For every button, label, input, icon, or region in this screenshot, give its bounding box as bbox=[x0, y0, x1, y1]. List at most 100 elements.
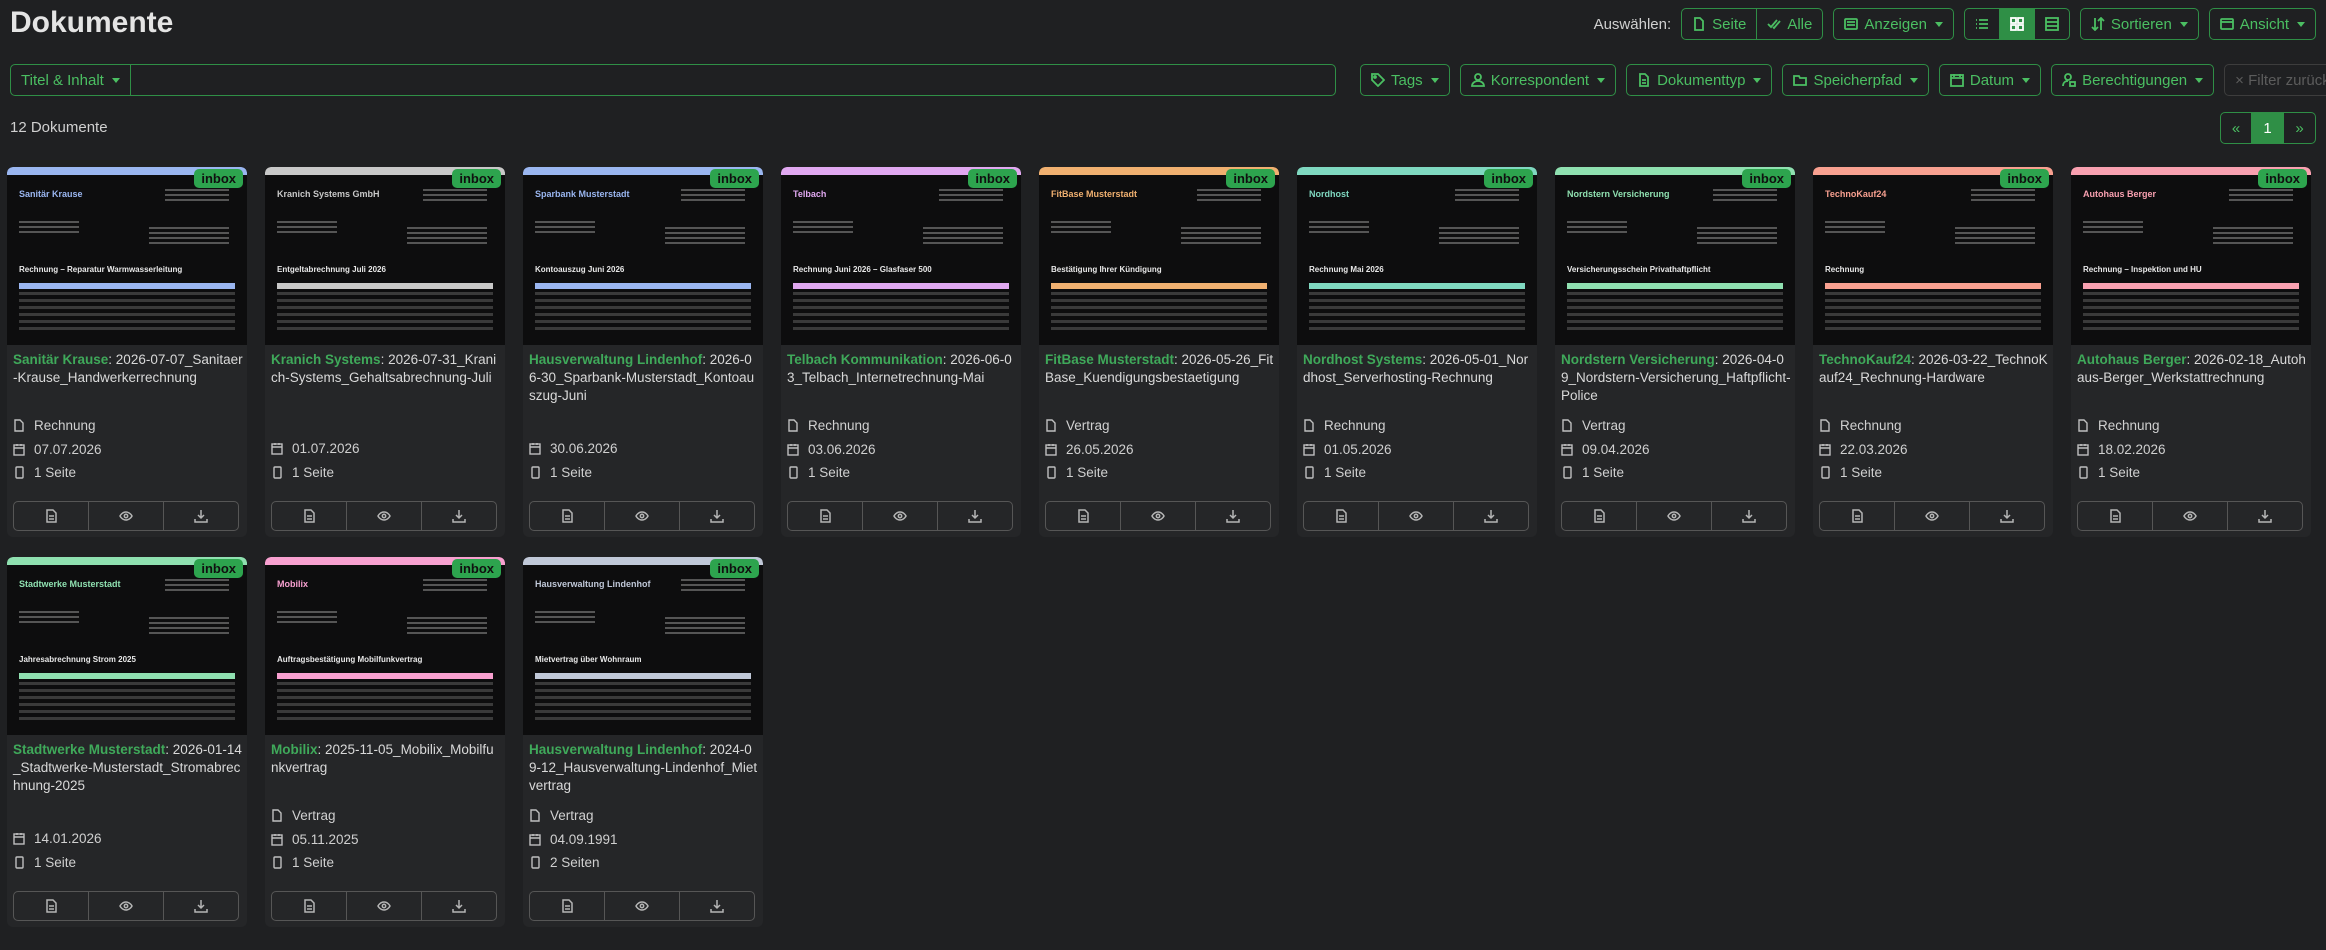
inbox-tag[interactable]: inbox bbox=[452, 559, 501, 578]
download-button[interactable] bbox=[422, 502, 496, 530]
document-title[interactable]: TechnoKauf24: 2026-03-22_TechnoKauf24_Re… bbox=[1819, 351, 2049, 387]
pager-prev-button[interactable]: « bbox=[2220, 112, 2252, 144]
open-details-button[interactable] bbox=[272, 502, 347, 530]
correspondent-link[interactable]: Hausverwaltung Lindenhof bbox=[529, 742, 702, 757]
document-thumbnail[interactable]: Nordstern Versicherung Versicherungssche… bbox=[1555, 167, 1795, 345]
correspondent-link[interactable]: Telbach Kommunikation bbox=[787, 352, 943, 367]
inbox-tag[interactable]: inbox bbox=[1742, 169, 1791, 188]
document-title[interactable]: Hausverwaltung Lindenhof: 2024-09-12_Hau… bbox=[529, 741, 759, 795]
document-title[interactable]: Autohaus Berger: 2026-02-18_Autohaus-Ber… bbox=[2077, 351, 2307, 387]
document-title[interactable]: FitBase Musterstadt: 2026-05-26_FitBase_… bbox=[1045, 351, 1275, 387]
document-card[interactable]: Autohaus Berger Rechnung – Inspektion un… bbox=[2071, 167, 2311, 537]
document-title[interactable]: Sanitär Krause: 2026-07-07_Sanitaer-Krau… bbox=[13, 351, 243, 387]
document-thumbnail[interactable]: Telbach Rechnung Juni 2026 – Glasfaser 5… bbox=[781, 167, 1021, 345]
document-title[interactable]: Nordstern Versicherung: 2026-04-09_Nords… bbox=[1561, 351, 1791, 405]
correspondent-link[interactable]: TechnoKauf24 bbox=[1819, 352, 1911, 367]
document-thumbnail[interactable]: Mobilix Auftragsbestätigung Mobilfunkver… bbox=[265, 557, 505, 735]
filter-correspondent-button[interactable]: Korrespondent bbox=[1459, 64, 1617, 96]
open-details-button[interactable] bbox=[14, 892, 89, 920]
inbox-tag[interactable]: inbox bbox=[2000, 169, 2049, 188]
reset-filters-button[interactable]: × Filter zurücksetzen bbox=[2224, 64, 2326, 96]
preview-button[interactable] bbox=[1637, 502, 1712, 530]
sort-button[interactable]: Sortieren bbox=[2079, 8, 2199, 40]
document-title[interactable]: Stadtwerke Musterstadt: 2026-01-14_Stadt… bbox=[13, 741, 243, 795]
document-card[interactable]: Telbach Rechnung Juni 2026 – Glasfaser 5… bbox=[781, 167, 1021, 537]
correspondent-link[interactable]: Sanitär Krause bbox=[13, 352, 108, 367]
view-details-button[interactable] bbox=[2034, 8, 2070, 40]
preview-button[interactable] bbox=[1895, 502, 1970, 530]
open-details-button[interactable] bbox=[530, 892, 605, 920]
document-thumbnail[interactable]: Sparbank Musterstadt Kontoauszug Juni 20… bbox=[523, 167, 763, 345]
preview-button[interactable] bbox=[347, 892, 422, 920]
open-details-button[interactable] bbox=[788, 502, 863, 530]
document-title[interactable]: Telbach Kommunikation: 2026-06-03_Telbac… bbox=[787, 351, 1017, 387]
correspondent-link[interactable]: Stadtwerke Musterstadt bbox=[13, 742, 165, 757]
view-button[interactable]: Ansicht bbox=[2208, 8, 2316, 40]
document-thumbnail[interactable]: FitBase Musterstadt Bestätigung Ihrer Kü… bbox=[1039, 167, 1279, 345]
download-button[interactable] bbox=[2228, 502, 2302, 530]
view-list-button[interactable] bbox=[1963, 8, 2000, 40]
document-thumbnail[interactable]: Nordhost Rechnung Mai 2026 inbox bbox=[1297, 167, 1537, 345]
inbox-tag[interactable]: inbox bbox=[1484, 169, 1533, 188]
pager-page-1[interactable]: 1 bbox=[2252, 112, 2284, 144]
document-title[interactable]: Hausverwaltung Lindenhof: 2026-06-30_Spa… bbox=[529, 351, 759, 405]
preview-button[interactable] bbox=[89, 892, 164, 920]
inbox-tag[interactable]: inbox bbox=[2258, 169, 2307, 188]
document-card[interactable]: Nordhost Rechnung Mai 2026 inbox Nordhos… bbox=[1297, 167, 1537, 537]
correspondent-link[interactable]: Hausverwaltung Lindenhof bbox=[529, 352, 702, 367]
document-title[interactable]: Mobilix: 2025-11-05_Mobilix_Mobilfunkver… bbox=[271, 741, 501, 777]
download-button[interactable] bbox=[1712, 502, 1786, 530]
select-all-button[interactable]: Alle bbox=[1757, 8, 1824, 40]
document-card[interactable]: FitBase Musterstadt Bestätigung Ihrer Kü… bbox=[1039, 167, 1279, 537]
filter-tags-button[interactable]: Tags bbox=[1360, 64, 1450, 96]
document-card[interactable]: Sparbank Musterstadt Kontoauszug Juni 20… bbox=[523, 167, 763, 537]
download-button[interactable] bbox=[680, 892, 754, 920]
inbox-tag[interactable]: inbox bbox=[194, 559, 243, 578]
inbox-tag[interactable]: inbox bbox=[710, 559, 759, 578]
preview-button[interactable] bbox=[1379, 502, 1454, 530]
preview-button[interactable] bbox=[2153, 502, 2228, 530]
document-thumbnail[interactable]: TechnoKauf24 Rechnung inbox bbox=[1813, 167, 2053, 345]
filter-storage-path-button[interactable]: Speicherpfad bbox=[1782, 64, 1929, 96]
search-input[interactable] bbox=[130, 65, 1335, 95]
document-card[interactable]: Kranich Systems GmbH Entgeltabrechnung J… bbox=[265, 167, 505, 537]
document-card[interactable]: Stadtwerke Musterstadt Jahresabrechnung … bbox=[7, 557, 247, 927]
filter-date-button[interactable]: Datum bbox=[1938, 64, 2042, 96]
correspondent-link[interactable]: Nordhost Systems bbox=[1303, 352, 1422, 367]
open-details-button[interactable] bbox=[14, 502, 89, 530]
document-card[interactable]: Hausverwaltung Lindenhof Mietvertrag übe… bbox=[523, 557, 763, 927]
correspondent-link[interactable]: FitBase Musterstadt bbox=[1045, 352, 1174, 367]
document-card[interactable]: TechnoKauf24 Rechnung inbox TechnoKauf24… bbox=[1813, 167, 2053, 537]
filter-permissions-button[interactable]: Berechtigungen bbox=[2051, 64, 2215, 96]
document-title[interactable]: Nordhost Systems: 2026-05-01_Nordhost_Se… bbox=[1303, 351, 1533, 387]
open-details-button[interactable] bbox=[1304, 502, 1379, 530]
document-thumbnail[interactable]: Stadtwerke Musterstadt Jahresabrechnung … bbox=[7, 557, 247, 735]
correspondent-link[interactable]: Nordstern Versicherung bbox=[1561, 352, 1715, 367]
document-thumbnail[interactable]: Sanitär Krause Rechnung – Reparatur Warm… bbox=[7, 167, 247, 345]
preview-button[interactable] bbox=[605, 502, 680, 530]
document-card[interactable]: Mobilix Auftragsbestätigung Mobilfunkver… bbox=[265, 557, 505, 927]
open-details-button[interactable] bbox=[1820, 502, 1895, 530]
download-button[interactable] bbox=[1196, 502, 1270, 530]
open-details-button[interactable] bbox=[1046, 502, 1121, 530]
search-mode-dropdown[interactable]: Titel & Inhalt bbox=[11, 65, 131, 95]
inbox-tag[interactable]: inbox bbox=[1226, 169, 1275, 188]
view-grid-button[interactable] bbox=[1999, 8, 2035, 40]
document-thumbnail[interactable]: Autohaus Berger Rechnung – Inspektion un… bbox=[2071, 167, 2311, 345]
document-title[interactable]: Kranich Systems: 2026-07-31_Kranich-Syst… bbox=[271, 351, 501, 387]
inbox-tag[interactable]: inbox bbox=[710, 169, 759, 188]
preview-button[interactable] bbox=[605, 892, 680, 920]
open-details-button[interactable] bbox=[2078, 502, 2153, 530]
correspondent-link[interactable]: Kranich Systems bbox=[271, 352, 381, 367]
download-button[interactable] bbox=[164, 892, 238, 920]
correspondent-link[interactable]: Autohaus Berger bbox=[2077, 352, 2187, 367]
document-card[interactable]: Nordstern Versicherung Versicherungssche… bbox=[1555, 167, 1795, 537]
document-thumbnail[interactable]: Hausverwaltung Lindenhof Mietvertrag übe… bbox=[523, 557, 763, 735]
download-button[interactable] bbox=[1970, 502, 2044, 530]
preview-button[interactable] bbox=[89, 502, 164, 530]
pager-next-button[interactable]: » bbox=[2284, 112, 2316, 144]
download-button[interactable] bbox=[680, 502, 754, 530]
document-card[interactable]: Sanitär Krause Rechnung – Reparatur Warm… bbox=[7, 167, 247, 537]
inbox-tag[interactable]: inbox bbox=[194, 169, 243, 188]
inbox-tag[interactable]: inbox bbox=[968, 169, 1017, 188]
